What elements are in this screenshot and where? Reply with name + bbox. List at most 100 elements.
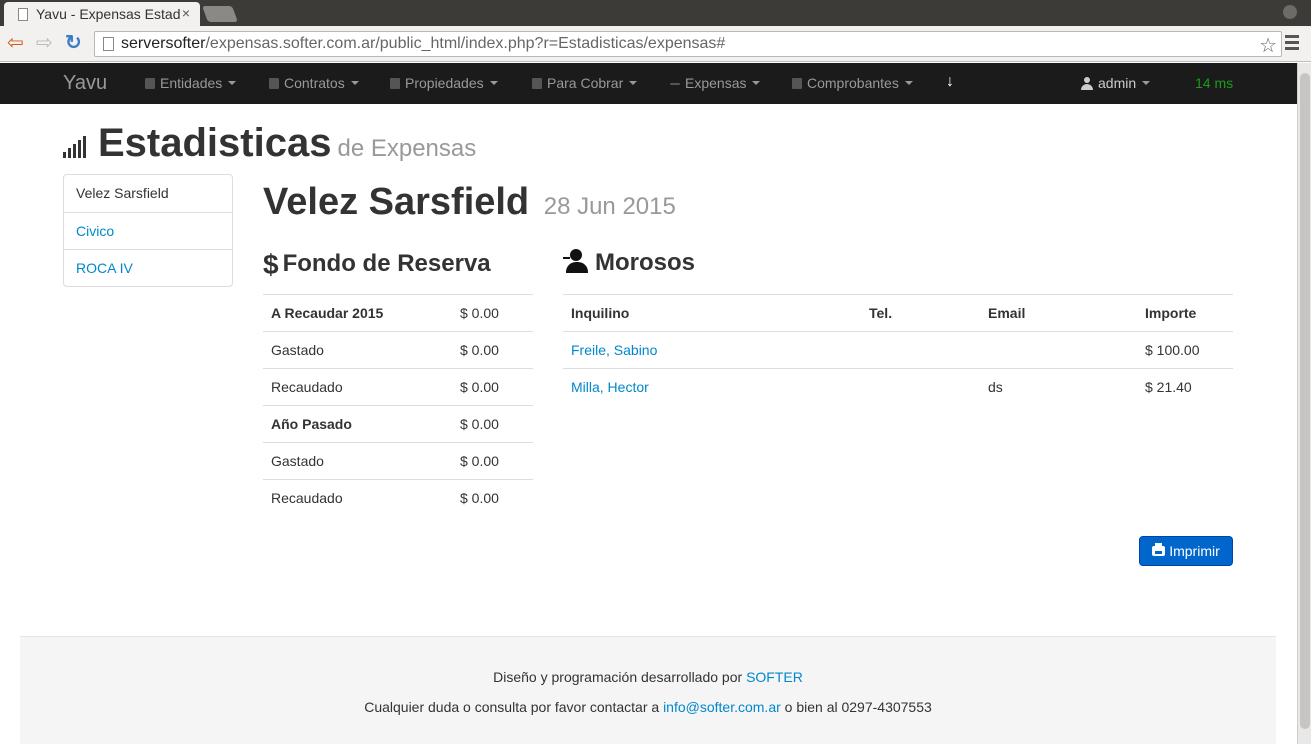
window-close-icon[interactable]: [1283, 5, 1297, 19]
row-value: $ 0.00: [452, 331, 533, 369]
page-scrollbar[interactable]: [1297, 63, 1311, 744]
table-row: A Recaudar 2015 $ 0.00: [263, 294, 533, 332]
building-title: Velez Sarsfield 28 Jun 2015: [263, 181, 676, 224]
footer-phone: o bien al 0297-4307553: [780, 699, 932, 715]
table-row: Recaudado $ 0.00: [263, 479, 533, 517]
email-link[interactable]: info@softer.com.ar: [663, 699, 781, 715]
file-icon: [269, 78, 279, 89]
table-row: Año Pasado $ 0.00: [263, 405, 533, 443]
minus-icon: [670, 83, 680, 85]
browser-tab[interactable]: Yavu - Expensas Estadisticas ×: [4, 2, 200, 26]
table-row: Milla, Hector ds $ 21.40: [563, 368, 1233, 406]
footer-contact: Cualquier duda o consulta por favor cont…: [20, 699, 1276, 715]
column-header: Email: [980, 294, 1137, 332]
footer-contact-text: Cualquier duda o consulta por favor cont…: [364, 699, 664, 715]
fondo-table: A Recaudar 2015 $ 0.00 Gastado $ 0.00 Reca…: [263, 294, 533, 517]
morosos-table: Inquilino Tel. Email Importe Freile, Sab…: [563, 294, 1233, 406]
caret-down-icon: [228, 81, 237, 85]
cell-email: [980, 331, 1137, 369]
row-label: Gastado: [263, 442, 452, 480]
table-row: Gastado $ 0.00: [263, 331, 533, 369]
building-date: 28 Jun 2015: [543, 193, 676, 220]
scrollbar-thumb[interactable]: [1300, 73, 1310, 729]
nav-label: Expensas: [685, 75, 747, 91]
table-row: Recaudado $ 0.00: [263, 368, 533, 406]
inquilino-link[interactable]: Freile, Sabino: [571, 342, 657, 358]
address-bar[interactable]: serversofter/expensas.softer.com.ar/publ…: [94, 31, 1282, 57]
caret-down-icon: [1142, 81, 1151, 85]
nav-label: Contratos: [284, 75, 345, 91]
cell-tel: [861, 368, 980, 406]
reload-icon[interactable]: ↻: [65, 33, 82, 53]
dollar-icon: $: [263, 249, 279, 280]
footer-credits: Diseño y programación desarrollado por S…: [20, 669, 1276, 685]
row-label: Recaudado: [263, 479, 452, 517]
building-item-roca-iv[interactable]: ROCA IV: [64, 249, 232, 286]
app-navbar: Yavu Entidades Contratos Propiedades Par…: [0, 63, 1297, 104]
nav-propiedades[interactable]: Propiedades: [390, 75, 498, 91]
nav-label: Propiedades: [405, 75, 484, 91]
tab-close-icon[interactable]: ×: [182, 5, 190, 21]
cell-inquilino: Freile, Sabino: [563, 331, 861, 369]
tab-title: Yavu - Expensas Estadisticas: [36, 6, 180, 22]
download-icon[interactable]: ↓: [946, 73, 954, 91]
render-timing: 14 ms: [1195, 75, 1234, 91]
nav-label: Comprobantes: [807, 75, 899, 91]
new-tab-button[interactable]: [202, 6, 238, 22]
row-value: $ 0.00: [452, 368, 533, 406]
nav-user[interactable]: admin: [1081, 75, 1151, 91]
back-icon[interactable]: ⇦: [7, 33, 24, 53]
print-label: Imprimir: [1169, 543, 1220, 559]
forward-icon[interactable]: ⇨: [36, 33, 53, 53]
browser-menu-icon[interactable]: [1285, 35, 1299, 53]
page-title-text: Estadisticas: [98, 121, 332, 165]
morosos-title: Morosos: [563, 249, 695, 277]
footer-credits-text: Diseño y programación desarrollado por: [493, 669, 747, 685]
page-title: Estadisticas de Expensas: [98, 121, 476, 166]
inquilino-link[interactable]: Milla, Hector: [571, 379, 649, 395]
page-subtitle: de Expensas: [337, 135, 477, 162]
table-row: Gastado $ 0.00: [263, 442, 533, 480]
nav-para-cobrar[interactable]: Para Cobrar: [532, 75, 638, 91]
nav-contratos[interactable]: Contratos: [269, 75, 359, 91]
morosos-title-text: Morosos: [595, 249, 696, 276]
row-value: $ 0.00: [452, 479, 533, 517]
fondo-title-text: Fondo de Reserva: [282, 250, 491, 277]
printer-icon: [1152, 543, 1166, 556]
nav-label: Para Cobrar: [547, 75, 624, 91]
url-host: serversofter: [121, 35, 206, 52]
nav-expensas[interactable]: Expensas: [670, 75, 761, 91]
user-remove-icon: [563, 249, 589, 273]
page-icon: [103, 37, 114, 51]
softer-link[interactable]: SOFTER: [746, 669, 803, 685]
building-list: Velez Sarsfield Civico ROCA IV: [63, 174, 233, 287]
cell-importe: $ 21.40: [1137, 368, 1233, 406]
signal-icon: [63, 136, 87, 158]
list-icon: [532, 78, 542, 89]
nav-label: Entidades: [160, 75, 223, 91]
cell-tel: [861, 331, 980, 369]
caret-down-icon: [489, 81, 498, 85]
column-header: Tel.: [861, 294, 980, 332]
table-row: Freile, Sabino $ 100.00: [563, 331, 1233, 369]
star-icon[interactable]: ☆: [1259, 33, 1277, 58]
fondo-title: $ Fondo de Reserva: [263, 249, 491, 281]
nav-entidades[interactable]: Entidades: [145, 75, 237, 91]
nav-comprobantes[interactable]: Comprobantes: [792, 75, 913, 91]
caret-down-icon: [904, 81, 913, 85]
url-path: /expensas.softer.com.ar/public_html/inde…: [205, 35, 726, 52]
row-value: $ 0.00: [452, 294, 533, 332]
cell-inquilino: Milla, Hector: [563, 368, 861, 406]
row-label: Año Pasado: [263, 405, 452, 443]
row-label: A Recaudar 2015: [263, 294, 452, 332]
building-item-velez-sarsfield[interactable]: Velez Sarsfield: [64, 175, 232, 212]
table-header-row: Inquilino Tel. Email Importe: [563, 294, 1233, 332]
print-button[interactable]: Imprimir: [1139, 536, 1233, 566]
column-header: Importe: [1137, 294, 1233, 332]
caret-down-icon: [629, 81, 638, 85]
column-header: Inquilino: [563, 294, 861, 332]
building-item-civico[interactable]: Civico: [64, 212, 232, 249]
page-icon: [18, 7, 28, 21]
brand[interactable]: Yavu: [63, 72, 107, 95]
caret-down-icon: [350, 81, 359, 85]
